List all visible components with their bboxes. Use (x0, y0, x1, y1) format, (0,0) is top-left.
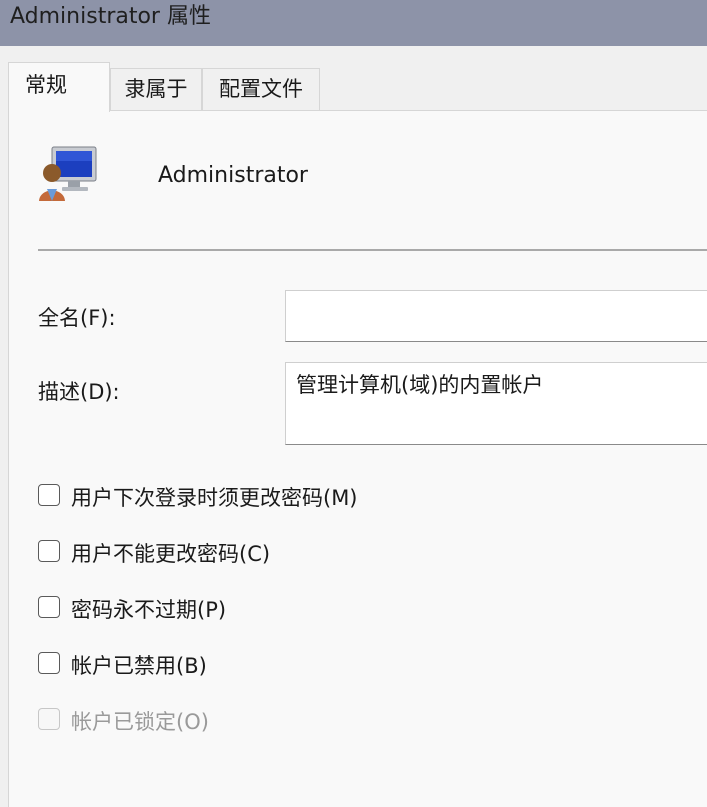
tab-general[interactable]: 常规 (8, 62, 110, 112)
username-label: Administrator (158, 163, 308, 188)
checkbox-label: 用户下次登录时须更改密码(M) (71, 486, 358, 510)
fullname-label: 全名(F): (38, 306, 116, 330)
checkbox-label: 帐户已禁用(B) (71, 654, 207, 678)
checkbox-box (38, 708, 60, 730)
tab-member-of[interactable]: 隶属于 (110, 68, 202, 110)
checkbox-box[interactable] (38, 596, 60, 618)
checkbox-box[interactable] (38, 540, 60, 562)
tab-profile[interactable]: 配置文件 (202, 68, 320, 110)
title-bar[interactable]: Administrator 属性 (0, 0, 707, 46)
checkbox-label: 用户不能更改密码(C) (71, 542, 271, 566)
user-computer-icon (39, 146, 97, 201)
fullname-input[interactable] (285, 290, 707, 342)
checkbox-label: 帐户已锁定(O) (71, 710, 209, 734)
checkbox-label: 密码永不过期(P) (71, 598, 227, 622)
description-input[interactable]: 管理计算机(域)的内置帐户 (285, 362, 707, 445)
description-label: 描述(D): (38, 380, 120, 404)
general-panel (8, 110, 707, 807)
separator (38, 249, 707, 251)
window-title: Administrator 属性 (10, 4, 211, 29)
checkbox-box[interactable] (38, 652, 60, 674)
checkbox-box[interactable] (38, 484, 60, 506)
